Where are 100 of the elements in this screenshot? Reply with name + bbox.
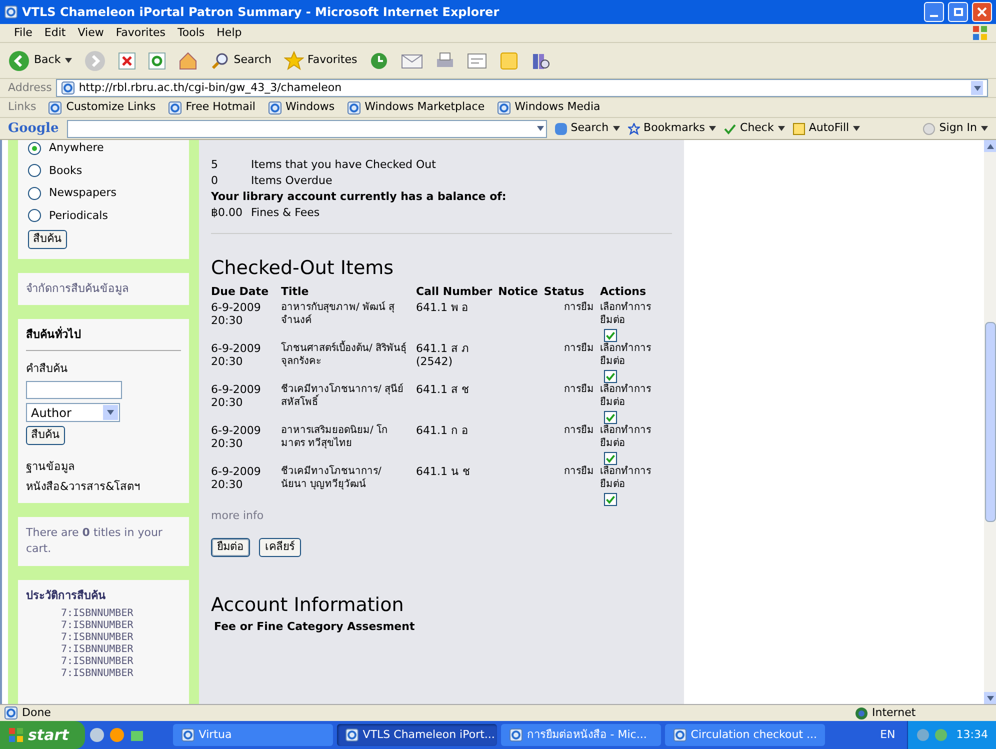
search-submit-button[interactable]: สืบค้น bbox=[26, 426, 65, 444]
history-link[interactable]: 7:ISBNNUMBER bbox=[26, 632, 181, 644]
form-button[interactable]: เคลียร์ bbox=[259, 538, 301, 556]
radio-button[interactable] bbox=[28, 186, 41, 200]
google-logo: Google bbox=[8, 120, 59, 138]
status-cell-text: การยืม bbox=[563, 300, 595, 314]
link-button[interactable]: Free Hotmail bbox=[168, 99, 256, 116]
refresh-icon[interactable] bbox=[148, 52, 166, 70]
note-icon[interactable] bbox=[499, 50, 520, 70]
column-header: Due Date bbox=[211, 284, 281, 300]
section-subheading: Fee or Fine Category Assesment bbox=[214, 618, 416, 634]
star-icon bbox=[628, 122, 640, 134]
action-label: เลือกทำการยืมต่อ bbox=[600, 464, 652, 490]
database-name: หนังสือ&วารสาร&โสตฯ bbox=[26, 478, 142, 494]
scrollbar[interactable] bbox=[984, 140, 996, 704]
history-link[interactable]: 7:ISBNNUMBER bbox=[26, 620, 181, 632]
taskbar-item[interactable]: Virtua bbox=[172, 724, 333, 746]
balance-label: Fines & Fees bbox=[251, 205, 320, 221]
quick-launch-icon[interactable] bbox=[88, 727, 105, 743]
radio-button[interactable] bbox=[28, 142, 41, 155]
autofill-button[interactable]: AutoFill bbox=[792, 120, 860, 137]
page-icon bbox=[48, 100, 62, 114]
page-icon bbox=[346, 100, 361, 114]
section-heading: Account Information bbox=[211, 592, 405, 616]
renew-checkbox[interactable] bbox=[604, 410, 617, 424]
title-cell-text: ชีวเคมีทางโภชนาการ/ นัยนา บุญทวียุวัฒน์ bbox=[281, 464, 382, 492]
sign-in-button[interactable]: Sign In bbox=[923, 120, 988, 137]
minimize-button[interactable] bbox=[924, 2, 944, 22]
radio-button[interactable] bbox=[28, 209, 41, 222]
more-info-link[interactable]: more info bbox=[211, 508, 672, 524]
form-button[interactable]: ยืมต่อ bbox=[211, 538, 250, 556]
due-date-cell: 6-9-2009 20:30 bbox=[211, 342, 281, 382]
balance-amount: ฿0.00 bbox=[211, 205, 244, 221]
taskbar-item[interactable]: VTLS Chameleon iPort... bbox=[336, 724, 497, 746]
menu-item[interactable]: Favorites bbox=[110, 24, 172, 42]
action-label: เลือกทำการยืมต่อ bbox=[600, 382, 652, 408]
limit-search-link[interactable]: จำกัดการสืบค้นข้อมูล bbox=[26, 282, 129, 294]
status-cell-text: การยืม bbox=[563, 464, 595, 478]
quick-launch-icon[interactable] bbox=[108, 727, 125, 743]
link-button[interactable]: Windows bbox=[268, 99, 335, 116]
history-link[interactable]: 7:ISBNNUMBER bbox=[26, 608, 181, 620]
favorites-button[interactable]: Favorites bbox=[284, 50, 358, 70]
restore-button[interactable] bbox=[948, 2, 968, 22]
back-button[interactable]: Back bbox=[8, 50, 72, 72]
link-button[interactable]: Customize Links bbox=[48, 99, 156, 116]
caret-icon bbox=[974, 86, 980, 90]
edit-icon[interactable] bbox=[467, 52, 488, 70]
action-label: เลือกทำการยืมต่อ bbox=[600, 424, 652, 450]
radio-label: Books bbox=[49, 162, 82, 178]
search-term-field[interactable] bbox=[26, 381, 122, 399]
history-link[interactable]: 7:ISBNNUMBER bbox=[26, 656, 181, 668]
menu-item[interactable]: Help bbox=[210, 24, 248, 42]
window-icon bbox=[508, 728, 523, 742]
start-button[interactable]: start bbox=[0, 721, 85, 749]
field-dropdown[interactable]: Author bbox=[26, 403, 120, 422]
renew-checkbox[interactable] bbox=[604, 492, 617, 506]
menu-item[interactable]: Tools bbox=[172, 24, 211, 42]
checkmark-icon bbox=[724, 122, 736, 134]
link-button[interactable]: Windows Marketplace bbox=[346, 99, 485, 116]
page-icon bbox=[168, 100, 182, 114]
due-date-cell-text: 6-9-2009 20:30 bbox=[211, 300, 262, 328]
caret-icon bbox=[778, 126, 785, 131]
caret-icon bbox=[64, 58, 72, 63]
close-button[interactable] bbox=[972, 2, 992, 22]
status-cell-text: การยืม bbox=[563, 382, 595, 396]
page-icon bbox=[496, 100, 511, 114]
history-link[interactable]: 7:ISBNNUMBER bbox=[26, 668, 181, 680]
browser-icon bbox=[4, 5, 18, 19]
summary-count: 5 bbox=[211, 157, 219, 173]
search-button[interactable]: Search bbox=[210, 50, 272, 70]
column-header: Title bbox=[281, 284, 310, 300]
links-label: Links bbox=[8, 99, 36, 116]
history-link[interactable]: 7:ISBNNUMBER bbox=[26, 644, 181, 656]
due-date-cell-text: 6-9-2009 20:30 bbox=[211, 464, 262, 492]
home-icon[interactable] bbox=[178, 50, 198, 70]
bookmarks-button[interactable]: Bookmarks bbox=[628, 120, 716, 137]
status-cell-text: การยืม bbox=[563, 342, 595, 356]
history-icon[interactable] bbox=[369, 50, 390, 70]
check-button[interactable]: Check bbox=[724, 120, 785, 137]
renew-checkbox[interactable] bbox=[604, 370, 617, 382]
menu-item[interactable]: View bbox=[72, 24, 110, 42]
taskbar-item[interactable]: การยืมต่อหนังสือ - Mic... bbox=[500, 724, 661, 746]
mail-icon[interactable] bbox=[401, 52, 424, 70]
renew-checkbox[interactable] bbox=[604, 452, 617, 464]
radio-button[interactable] bbox=[28, 164, 41, 178]
taskbar-item[interactable]: Circulation checkout ... bbox=[664, 724, 825, 746]
stop-icon[interactable] bbox=[118, 52, 136, 70]
menu-item[interactable]: File bbox=[8, 24, 38, 42]
google-search-field[interactable] bbox=[66, 120, 547, 138]
address-field[interactable]: http://rbl.rbru.ac.th/cgi-bin/gw_43_3/chameleon bbox=[56, 79, 988, 97]
column-header: Notice bbox=[498, 284, 539, 300]
renew-checkbox[interactable] bbox=[604, 328, 617, 342]
call-number-cell-text: 641.1 พ อ bbox=[416, 300, 470, 316]
caret-icon bbox=[709, 126, 716, 131]
search-submit-button[interactable]: สืบค้น bbox=[28, 230, 67, 248]
link-button[interactable]: Windows Media bbox=[496, 99, 600, 116]
status-text: Done bbox=[22, 704, 52, 721]
google-search-button[interactable]: Search bbox=[554, 120, 620, 137]
menu-item[interactable]: Edit bbox=[38, 24, 72, 42]
radio-label: Periodicals bbox=[49, 208, 108, 224]
